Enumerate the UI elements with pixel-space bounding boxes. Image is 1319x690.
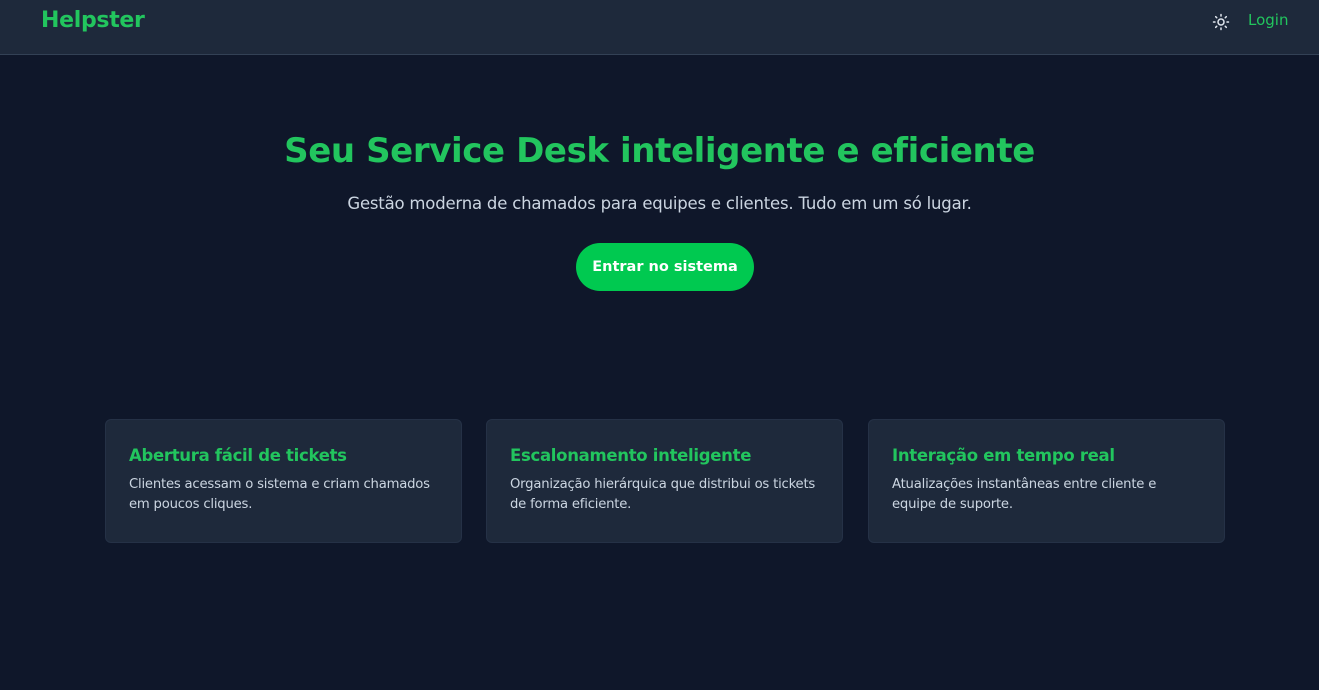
feature-card-description: Clientes acessam o sistema e criam chama…	[129, 477, 430, 512]
theme-toggle-button[interactable]	[1210, 11, 1232, 33]
hero-title: Seu Service Desk inteligente e eficiente	[284, 131, 1035, 171]
feature-card-title: Escalonamento inteligente	[510, 446, 752, 465]
enter-system-button[interactable]: Entrar no sistema	[576, 243, 754, 291]
navbar: Helpster Login	[0, 0, 1319, 55]
feature-card: Interação em tempo real Atualizações ins…	[868, 419, 1225, 543]
hero-subtitle: Gestão moderna de chamados para equipes …	[347, 194, 972, 213]
feature-card: Abertura fácil de tickets Clientes acess…	[105, 419, 462, 543]
feature-card-title: Interação em tempo real	[892, 446, 1115, 465]
feature-card-title: Abertura fácil de tickets	[129, 446, 347, 465]
brand-logo[interactable]: Helpster	[41, 8, 145, 33]
sun-icon	[1212, 13, 1230, 31]
feature-card-description: Atualizações instantâneas entre cliente …	[892, 477, 1157, 512]
feature-card: Escalonamento inteligente Organização hi…	[486, 419, 843, 543]
feature-card-description: Organização hierárquica que distribui os…	[510, 477, 816, 512]
login-link[interactable]: Login	[1248, 11, 1288, 29]
